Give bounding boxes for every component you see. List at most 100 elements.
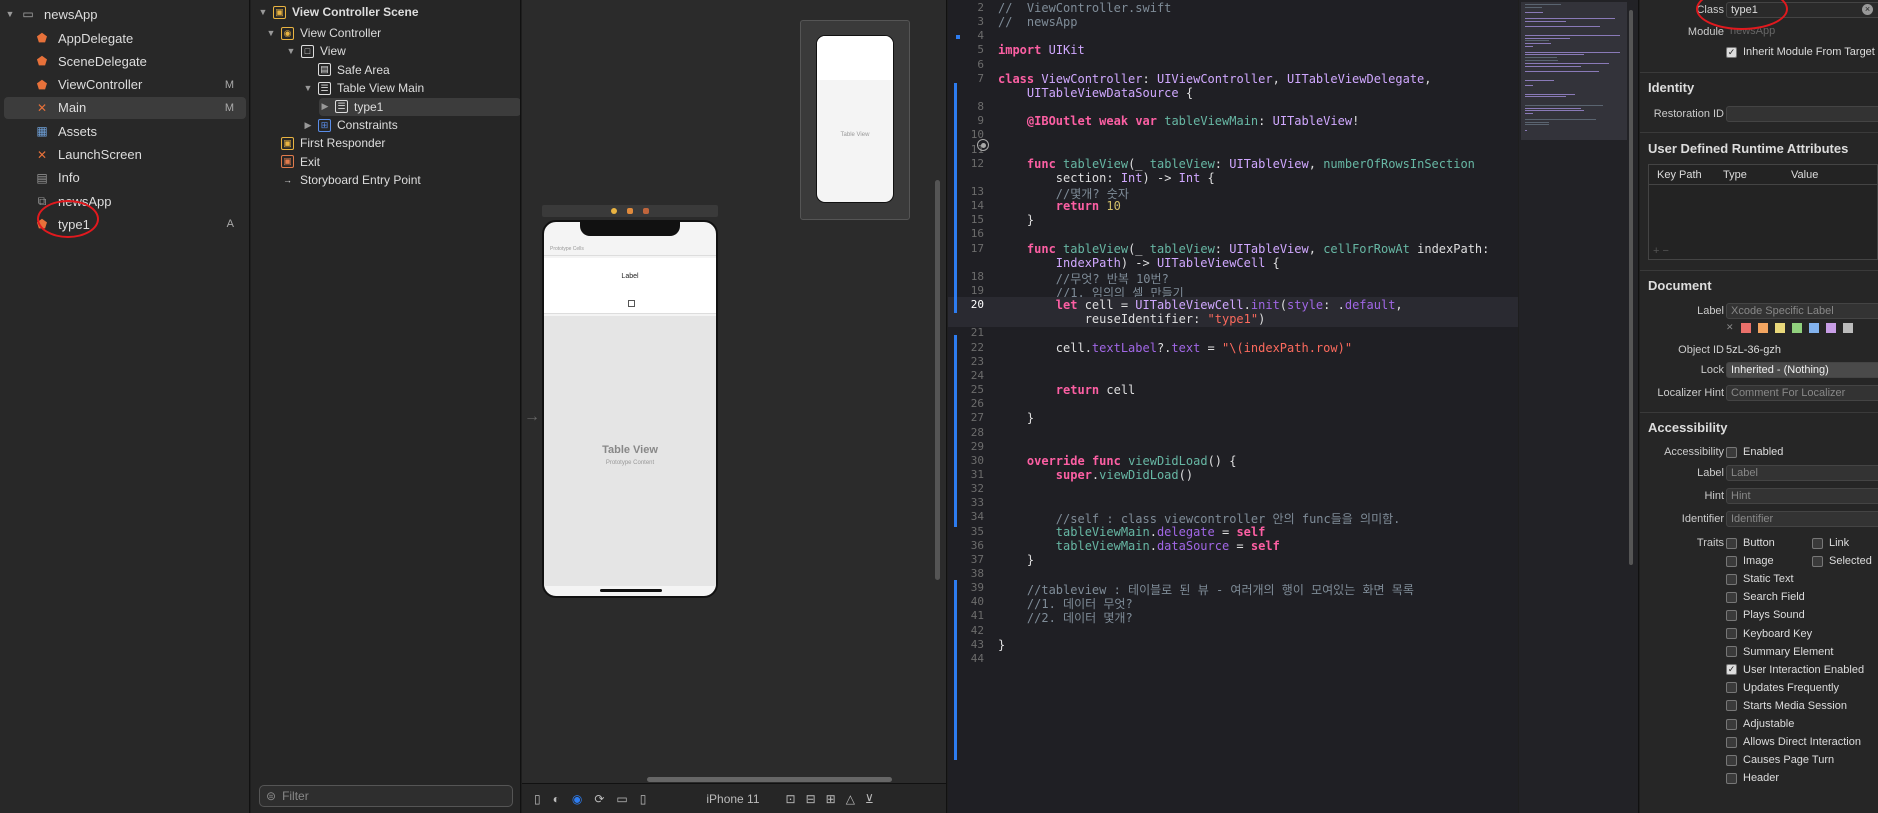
udra-table[interactable]: Key Path Type Value + −: [1648, 164, 1878, 260]
trait-checkbox[interactable]: Plays Sound: [1726, 609, 1805, 621]
code-line[interactable]: return cell: [998, 383, 1135, 397]
prototype-cell[interactable]: Label: [544, 258, 716, 314]
outlet-connection-icon[interactable]: [977, 139, 989, 151]
appearance-icon[interactable]: ◐: [553, 792, 560, 806]
code-line[interactable]: return 10: [998, 199, 1121, 213]
code-line[interactable]: tableViewMain.delegate = self: [998, 525, 1266, 539]
inherit-module-checkbox[interactable]: ✓ Inherit Module From Target: [1726, 46, 1875, 58]
nav-item-scenedelegate[interactable]: ⬟ SceneDelegate: [4, 50, 246, 72]
code-line[interactable]: // ViewController.swift: [998, 1, 1171, 15]
chevron-right-icon[interactable]: ▶: [319, 101, 331, 112]
col-key-path[interactable]: Key Path: [1657, 169, 1723, 181]
trait-checkbox[interactable]: Causes Page Turn: [1726, 754, 1834, 766]
trait-checkbox[interactable]: Keyboard Key: [1726, 628, 1812, 640]
nav-item-viewcontroller[interactable]: ⬟ ViewController M: [4, 74, 246, 96]
nav-item-launchscreen[interactable]: ✕ LaunchScreen: [4, 144, 246, 166]
code-line[interactable]: }: [998, 411, 1034, 425]
code-line[interactable]: @IBOutlet weak var tableViewMain: UITabl…: [998, 114, 1359, 128]
table-view-area[interactable]: Table View Prototype Content: [544, 316, 716, 586]
no-color-icon[interactable]: ✕: [1726, 322, 1734, 333]
col-type[interactable]: Type: [1723, 169, 1791, 181]
chevron-down-icon[interactable]: ▼: [257, 7, 269, 17]
trait-checkbox[interactable]: Header: [1726, 772, 1779, 784]
code-line[interactable]: }: [998, 638, 1005, 652]
code-line[interactable]: func tableView(_ tableView: UITableView,…: [998, 242, 1489, 256]
chevron-down-icon[interactable]: ▼: [265, 28, 277, 38]
secondary-scene[interactable]: Table View: [800, 20, 910, 220]
code-line[interactable]: reuseIdentifier: "type1"): [998, 312, 1266, 326]
first-responder-dock-icon[interactable]: [627, 208, 633, 214]
swatch-blue[interactable]: [1808, 322, 1819, 333]
vertical-scrollbar[interactable]: [935, 180, 940, 580]
code-line[interactable]: super.viewDidLoad(): [998, 468, 1193, 482]
trait-checkbox[interactable]: Adjustable: [1726, 718, 1794, 730]
swatch-yellow[interactable]: [1774, 322, 1785, 333]
trait-checkbox[interactable]: Search Field: [1726, 591, 1805, 603]
class-clear-icon[interactable]: ×: [1862, 4, 1873, 15]
swatch-green[interactable]: [1791, 322, 1802, 333]
swatch-purple[interactable]: [1825, 322, 1836, 333]
code-line[interactable]: // newsApp: [998, 15, 1077, 29]
chevron-down-icon[interactable]: ▼: [285, 46, 297, 56]
hint-field[interactable]: Hint: [1726, 488, 1878, 504]
add-remove-icon[interactable]: + −: [1653, 245, 1669, 257]
outline-item[interactable]: ▶ ⊞ Constraints: [302, 116, 398, 134]
trait-checkbox[interactable]: Button: [1726, 537, 1775, 549]
nav-item-info[interactable]: ▤ Info: [4, 167, 246, 189]
outline-item[interactable]: ▼ □ View: [285, 42, 346, 60]
outline-item[interactable]: ▤ Safe Area: [302, 61, 390, 79]
exit-dock-icon[interactable]: [643, 208, 649, 214]
restoration-id-field[interactable]: [1726, 106, 1878, 122]
chevron-right-icon[interactable]: ▶: [302, 120, 314, 131]
outline-item[interactable]: ▼ ☰ Table View Main: [302, 79, 425, 97]
trait-checkbox[interactable]: Summary Element: [1726, 646, 1833, 658]
localizer-hint-field[interactable]: Comment For Localizer: [1726, 385, 1878, 401]
trait-checkbox[interactable]: Selected: [1812, 555, 1872, 567]
sidebar-toggle-icon[interactable]: ▯: [534, 792, 541, 806]
horizontal-scrollbar[interactable]: [647, 777, 892, 782]
code-line[interactable]: IndexPath) -> UITableViewCell {: [998, 256, 1280, 270]
code-scrollbar[interactable]: [1629, 10, 1633, 565]
code-line[interactable]: tableViewMain.dataSource = self: [998, 539, 1280, 553]
embed-icon[interactable]: ⊻: [865, 792, 874, 806]
identifier-field[interactable]: Identifier: [1726, 511, 1878, 527]
outline-item[interactable]: → Storyboard Entry Point: [265, 171, 421, 189]
zoom-fit-icon[interactable]: ⊡: [786, 792, 796, 806]
resolve-icon[interactable]: △: [846, 792, 855, 806]
outline-item[interactable]: ▣ First Responder: [265, 134, 385, 152]
trait-checkbox[interactable]: Image: [1726, 555, 1774, 567]
outline-filter-field[interactable]: ⊜ Filter: [259, 785, 513, 807]
iphone-icon[interactable]: ▯: [640, 792, 647, 806]
nav-item-assets[interactable]: ▦ Assets: [4, 120, 246, 142]
orientation-icon[interactable]: ⟳: [594, 792, 604, 806]
code-line[interactable]: class ViewController: UIViewController, …: [998, 72, 1432, 86]
scene-dock[interactable]: [542, 205, 718, 217]
code-minimap[interactable]: [1519, 0, 1639, 813]
swatch-gray[interactable]: [1842, 322, 1853, 333]
code-line[interactable]: UITableViewDataSource {: [998, 86, 1193, 100]
trait-checkbox[interactable]: Allows Direct Interaction: [1726, 736, 1861, 748]
code-line[interactable]: }: [998, 553, 1034, 567]
outline-item[interactable]: ▣ Exit: [265, 153, 320, 171]
swatch-orange[interactable]: [1757, 322, 1768, 333]
doc-label-field[interactable]: Xcode Specific Label: [1726, 303, 1878, 319]
color-label-swatches[interactable]: ✕: [1726, 322, 1853, 333]
nav-item-main[interactable]: ✕ Main M: [4, 96, 246, 119]
acc-label-field[interactable]: Label: [1726, 465, 1878, 481]
storyboard-canvas[interactable]: Table View Prototype Cells Label Table V…: [522, 0, 947, 813]
trait-checkbox[interactable]: Updates Frequently: [1726, 682, 1839, 694]
col-value[interactable]: Value: [1791, 169, 1818, 181]
pin-icon[interactable]: ⊞: [826, 792, 836, 806]
code-line[interactable]: }: [998, 213, 1034, 227]
outline-item[interactable]: ▼ ◉ View Controller: [265, 24, 382, 42]
code-line[interactable]: func tableView(_ tableView: UITableView,…: [998, 157, 1475, 171]
chevron-down-icon[interactable]: ▼: [4, 9, 16, 19]
code-line[interactable]: cell.textLabel?.text = "\(indexPath.row)…: [998, 341, 1352, 355]
align-icon[interactable]: ⊟: [806, 792, 816, 806]
code-line[interactable]: let cell = UITableViewCell.init(style: .…: [998, 298, 1403, 312]
code-line[interactable]: override func viewDidLoad() {: [998, 454, 1237, 468]
trait-checkbox[interactable]: Starts Media Session: [1726, 700, 1847, 712]
device-icon[interactable]: ▭: [616, 792, 627, 806]
lock-popup[interactable]: Inherited - (Nothing): [1726, 362, 1878, 378]
chevron-down-icon[interactable]: ▼: [302, 83, 314, 93]
